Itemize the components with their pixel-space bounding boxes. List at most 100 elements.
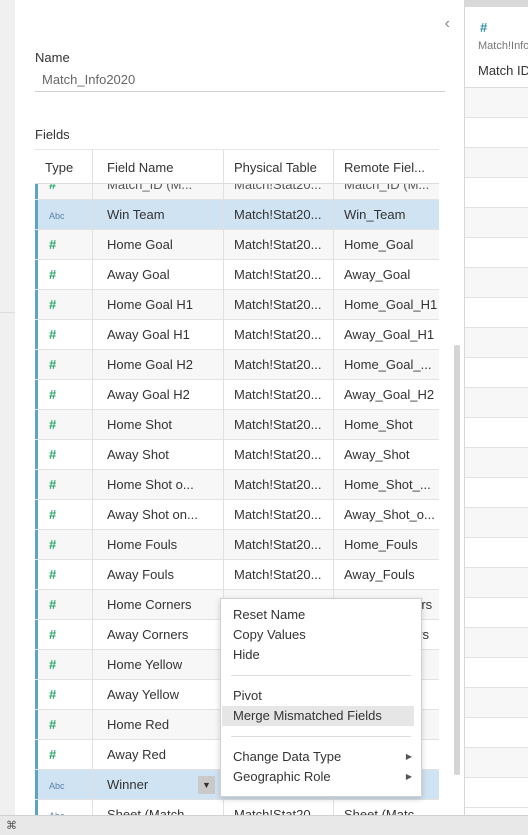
number-type-icon[interactable]: #: [480, 20, 487, 35]
name-label: Name: [35, 50, 70, 65]
field-name-cell[interactable]: Away Red: [93, 740, 224, 769]
number-type-icon[interactable]: #: [35, 560, 93, 589]
number-type-icon[interactable]: #: [35, 620, 93, 649]
table-row[interactable]: # Away Shot on... Match!Stat20... Away_Shot…: [35, 500, 439, 530]
table-row[interactable]: # Home Goal H1 Match!Stat20... Home_Goal_H1: [35, 290, 439, 320]
table-row[interactable]: Abc Win Team Match!Stat20... Win_Team: [35, 200, 439, 230]
submenu-arrow-icon: ▶: [405, 752, 412, 761]
number-type-icon[interactable]: #: [35, 590, 93, 619]
number-type-icon[interactable]: #: [35, 320, 93, 349]
field-name-cell[interactable]: Home Corners: [93, 590, 224, 619]
menu-item-geographic-role[interactable]: Geographic Role ▶: [222, 767, 414, 787]
preview-row: [465, 478, 528, 508]
left-edge-panel: [0, 0, 15, 815]
field-name-cell[interactable]: Away Goal H1: [93, 320, 224, 349]
field-name-cell[interactable]: Home Shot: [93, 410, 224, 439]
preview-row: [465, 718, 528, 748]
number-type-icon[interactable]: #: [35, 710, 93, 739]
column-header-remote-field[interactable]: Remote Fiel...: [334, 150, 439, 184]
table-row[interactable]: # Away Fouls Match!Stat20... Away_Fouls: [35, 560, 439, 590]
table-row[interactable]: # Home Goal H2 Match!Stat20... Home_Goal_..…: [35, 350, 439, 380]
field-name-cell[interactable]: Home Goal H1: [93, 290, 224, 319]
column-source: Match!Info: [478, 40, 528, 52]
number-type-icon[interactable]: #: [35, 530, 93, 559]
column-header-type[interactable]: Type: [35, 150, 93, 184]
field-name-cell[interactable]: Home Fouls: [93, 530, 224, 559]
remote-field-cell: Away_Shot_o...: [344, 507, 435, 522]
field-name-cell[interactable]: Home Red: [93, 710, 224, 739]
remote-field-cell: Home_Shot_...: [344, 477, 431, 492]
number-type-icon[interactable]: #: [35, 440, 93, 469]
book-icon[interactable]: ⌘: [6, 819, 17, 832]
menu-item-reset-name[interactable]: Reset Name: [222, 605, 414, 625]
field-name-cell[interactable]: Home Yellow: [93, 650, 224, 679]
number-type-icon[interactable]: #: [35, 230, 93, 259]
number-type-icon[interactable]: #: [35, 410, 93, 439]
field-name-cell[interactable]: Away Goal H2: [93, 380, 224, 409]
preview-row: [465, 628, 528, 658]
field-name-cell: Match_ID (M...: [93, 184, 224, 200]
field-name-cell[interactable]: Home Goal: [93, 230, 224, 259]
preview-row: [465, 298, 528, 328]
table-row[interactable]: # Home Shot Match!Stat20... Home_Shot: [35, 410, 439, 440]
submenu-arrow-icon: ▶: [405, 772, 412, 781]
table-row[interactable]: # Match_ID (M... Match!Stat20... Match_I…: [35, 184, 439, 200]
field-name-cell[interactable]: Away Fouls: [93, 560, 224, 589]
menu-item-label: Copy Values: [233, 627, 306, 642]
menu-item-label: Merge Mismatched Fields: [233, 708, 382, 723]
table-row[interactable]: AbcSheet (Match...Match!Stat20... Sheet (…: [35, 800, 439, 815]
string-type-icon[interactable]: Abc: [35, 770, 93, 799]
table-row[interactable]: # Home Shot o... Match!Stat20... Home_Shot_…: [35, 470, 439, 500]
number-type-icon[interactable]: #: [35, 290, 93, 319]
number-type-icon[interactable]: #: [35, 680, 93, 709]
menu-item-copy-values[interactable]: Copy Values: [222, 625, 414, 645]
preview-row: [465, 658, 528, 688]
field-name-cell[interactable]: Home Shot o...: [93, 470, 224, 499]
column-header-physical-table[interactable]: Physical Table: [224, 150, 334, 184]
menu-item-merge-mismatched-fields[interactable]: Merge Mismatched Fields: [222, 706, 414, 726]
table-row[interactable]: # Away Shot Match!Stat20... Away_Shot: [35, 440, 439, 470]
string-type-icon[interactable]: Abc: [35, 800, 93, 815]
number-type-icon[interactable]: #: [35, 650, 93, 679]
number-type-icon[interactable]: #: [35, 350, 93, 379]
table-row[interactable]: # Away Goal H2 Match!Stat20... Away_Goal_H2: [35, 380, 439, 410]
physical-table-cell: Match!Stat20...: [224, 410, 334, 439]
table-row[interactable]: # Away Goal H1 Match!Stat20... Away_Goal_H1: [35, 320, 439, 350]
vertical-scrollbar[interactable]: [454, 345, 460, 775]
field-name-cell[interactable]: Away Goal: [93, 260, 224, 289]
menu-item-hide[interactable]: Hide: [222, 645, 414, 665]
field-name-cell[interactable]: Away Shot on...: [93, 500, 224, 529]
field-name-cell[interactable]: Away Yellow: [93, 680, 224, 709]
physical-table-cell: Match!Stat20...: [224, 200, 334, 229]
column-header[interactable]: Match ID: [478, 63, 528, 78]
physical-table-cell: Match!Stat20...: [224, 350, 334, 379]
remote-field-cell: Home_Fouls: [344, 537, 418, 552]
field-name-cell[interactable]: Away Shot: [93, 440, 224, 469]
menu-item-pivot[interactable]: Pivot: [222, 686, 414, 706]
field-name-cell[interactable]: Win Team: [93, 200, 224, 229]
number-type-icon[interactable]: #: [35, 740, 93, 769]
field-name-cell[interactable]: Home Goal H2: [93, 350, 224, 379]
chevron-left-icon[interactable]: ‹: [445, 16, 450, 32]
string-type-icon[interactable]: Abc: [35, 200, 93, 229]
menu-item-label: Geographic Role: [233, 769, 331, 784]
name-input[interactable]: [35, 68, 445, 92]
preview-row: [465, 418, 528, 448]
table-row[interactable]: # Home Goal Match!Stat20... Home_Goal: [35, 230, 439, 260]
field-name-cell[interactable]: Away Corners: [93, 620, 224, 649]
remote-field-cell: Home_Goal_H1: [344, 297, 438, 312]
field-name-cell[interactable]: Sheet (Match...: [93, 800, 224, 815]
dropdown-arrow-icon[interactable]: ▼: [198, 776, 215, 794]
preview-row: [465, 118, 528, 148]
menu-item-label: Hide: [233, 647, 260, 662]
table-row[interactable]: # Home Fouls Match!Stat20... Home_Fouls: [35, 530, 439, 560]
number-type-icon[interactable]: #: [35, 500, 93, 529]
preview-row: [465, 748, 528, 778]
number-type-icon[interactable]: #: [35, 470, 93, 499]
number-type-icon[interactable]: #: [35, 260, 93, 289]
menu-item-change-data-type[interactable]: Change Data Type ▶: [222, 747, 414, 767]
preview-row: [465, 448, 528, 478]
table-row[interactable]: # Away Goal Match!Stat20... Away_Goal: [35, 260, 439, 290]
column-header-field-name[interactable]: Field Name: [93, 150, 224, 184]
number-type-icon[interactable]: #: [35, 380, 93, 409]
